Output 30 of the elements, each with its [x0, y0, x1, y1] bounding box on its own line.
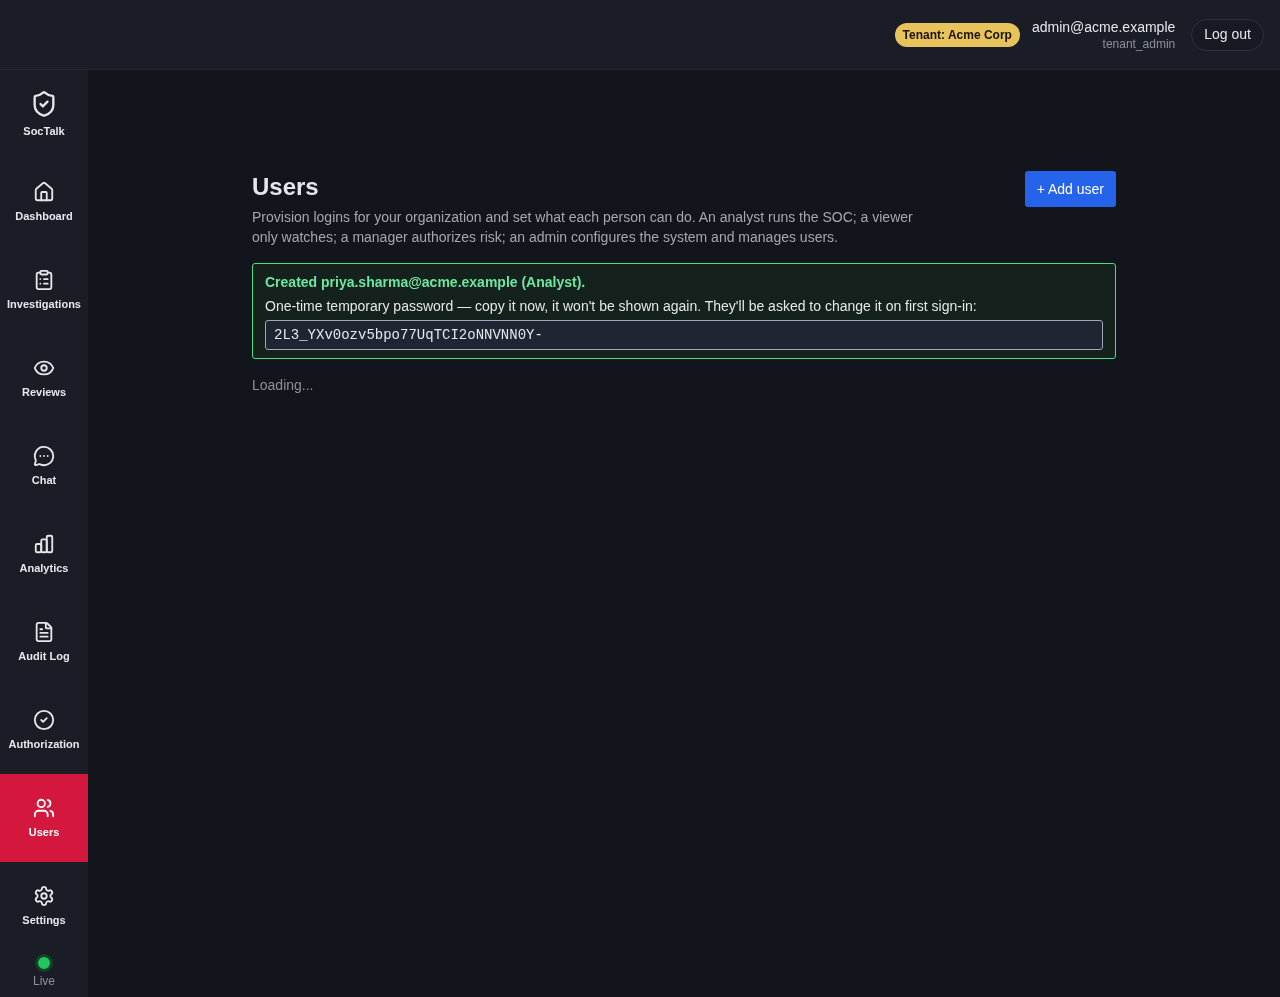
chat-bubble-icon: [33, 445, 55, 467]
settings-icon: [33, 885, 55, 907]
sidebar-item[interactable]: Investigations: [0, 246, 88, 334]
status-label: Live: [33, 973, 55, 989]
sidebar-item[interactable]: Audit Log: [0, 598, 88, 686]
loading-text: Loading...: [252, 376, 315, 395]
users-icon: [33, 797, 55, 819]
sidebar-item[interactable]: Dashboard: [0, 158, 88, 246]
sidebar-item[interactable]: Authorization: [0, 686, 88, 774]
sidebar-item[interactable]: Settings: [0, 862, 88, 950]
notice-message: One-time temporary password — copy it now, it won't be shown again. They'll be asked to change it on first sign-in:: [265, 297, 978, 316]
document-icon: [33, 621, 55, 643]
page-description: Provision logins for your organization and set what each person can do. An analyst runs the SOC; a viewer only watches; a manager authorizes risk; an admin configures the system and manages users.: [252, 208, 914, 247]
sidebar-item[interactable]: Reviews: [0, 334, 88, 422]
logout-button[interactable]: Log out: [1191, 18, 1264, 51]
sidebar-item[interactable]: Users: [0, 774, 88, 862]
password-field[interactable]: 2L3_YXv0ozv5bpo77UqTCI2oNNVNN0Y-: [265, 320, 1103, 350]
user-email: admin@acme.example: [1031, 17, 1176, 36]
notice-heading: Created priya.sharma@acme.example (Analyst).: [265, 273, 587, 292]
bar-chart-icon: [33, 533, 55, 555]
sidebar-item[interactable]: Analytics: [0, 510, 88, 598]
sidebar-item[interactable]: Chat: [0, 422, 88, 510]
brand-link[interactable]: SocTalk: [0, 70, 88, 158]
clipboard-icon: [33, 269, 55, 291]
user-role: tenant_admin: [1102, 35, 1176, 52]
tenant-badge: Tenant: Acme Corp: [894, 22, 1020, 47]
home-icon: [33, 181, 55, 203]
page-title: Users: [252, 172, 320, 202]
check-circle-icon: [33, 709, 55, 731]
add-user-button[interactable]: + Add user: [1024, 171, 1116, 207]
